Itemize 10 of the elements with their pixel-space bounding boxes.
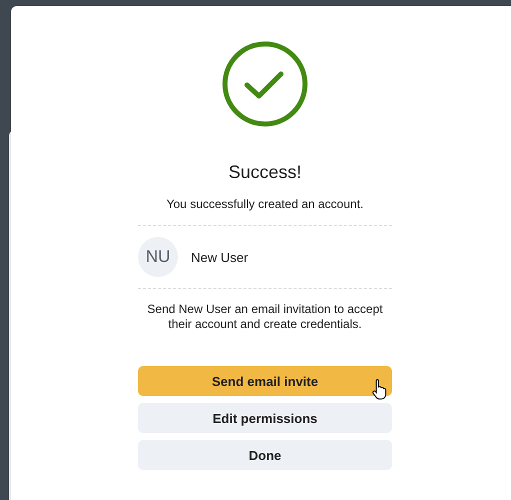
dialog-title: Success! xyxy=(228,162,302,183)
action-button[interactable]: Done xyxy=(138,440,392,470)
user-name: New User xyxy=(191,250,248,264)
hand-pointer-icon xyxy=(372,378,388,400)
action-button[interactable]: Send email invite xyxy=(138,366,392,396)
success-message: You successfully created an account. xyxy=(138,197,392,226)
success-check-icon xyxy=(221,40,309,128)
action-button[interactable]: Edit permissions xyxy=(138,403,392,433)
user-avatar: NU xyxy=(138,237,178,277)
invite-note: Send New User an email invitation to accept their account and create credentials. xyxy=(146,302,384,332)
